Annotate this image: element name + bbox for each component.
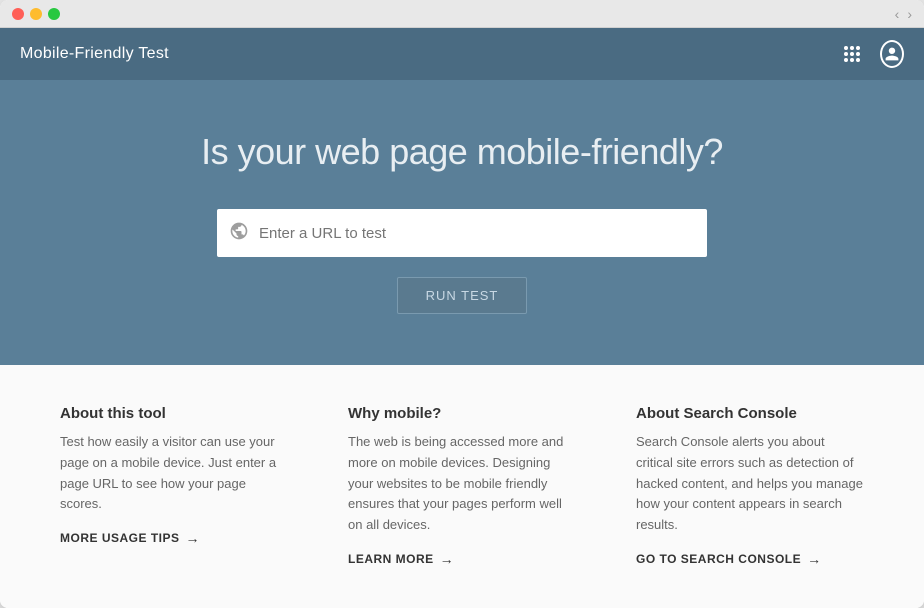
hero-title: Is your web page mobile-friendly? <box>201 131 723 173</box>
info-col-title-why-mobile: Why mobile? <box>348 405 576 422</box>
info-col-text-about-tool: Test how easily a visitor can use your p… <box>60 432 288 515</box>
back-button[interactable]: ‹ <box>895 6 900 22</box>
forward-button[interactable]: › <box>907 6 912 22</box>
info-section: About this tool Test how easily a visito… <box>0 365 924 608</box>
grid-icon <box>844 46 860 62</box>
info-col-text-about-console: Search Console alerts you about critical… <box>636 432 864 536</box>
info-column-about-console: About Search Console Search Console aler… <box>636 405 864 568</box>
arrow-icon: → <box>186 530 201 546</box>
apps-icon[interactable] <box>840 42 864 66</box>
info-col-text-why-mobile: The web is being accessed more and more … <box>348 432 576 536</box>
browser-window: ‹ › Mobile-Friendly Test <box>0 0 924 608</box>
url-input-container <box>217 209 707 257</box>
close-button[interactable] <box>12 8 24 20</box>
app-header: Mobile-Friendly Test <box>0 28 924 80</box>
maximize-button[interactable] <box>48 8 60 20</box>
info-column-why-mobile: Why mobile? The web is being accessed mo… <box>348 405 576 568</box>
arrow-icon-2: → <box>440 551 455 567</box>
hero-section: Is your web page mobile-friendly? RUN TE… <box>0 80 924 365</box>
nav-buttons: ‹ › <box>895 6 912 22</box>
app-title: Mobile-Friendly Test <box>20 45 169 63</box>
info-col-title-about-console: About Search Console <box>636 405 864 422</box>
account-icon[interactable] <box>880 42 904 66</box>
title-bar: ‹ › <box>0 0 924 28</box>
arrow-icon-3: → <box>807 551 822 567</box>
traffic-lights <box>12 8 60 20</box>
more-usage-tips-link[interactable]: MORE USAGE TIPS → <box>60 530 200 546</box>
learn-more-link[interactable]: LEARN MORE → <box>348 551 454 567</box>
run-test-button[interactable]: RUN TEST <box>397 277 528 314</box>
globe-icon <box>229 221 249 246</box>
info-column-about-tool: About this tool Test how easily a visito… <box>60 405 288 568</box>
user-circle <box>880 40 904 68</box>
minimize-button[interactable] <box>30 8 42 20</box>
header-icons <box>840 42 904 66</box>
url-input[interactable] <box>259 225 695 242</box>
info-col-title-about-tool: About this tool <box>60 405 288 422</box>
go-to-search-console-link[interactable]: GO TO SEARCH CONSOLE → <box>636 551 822 567</box>
